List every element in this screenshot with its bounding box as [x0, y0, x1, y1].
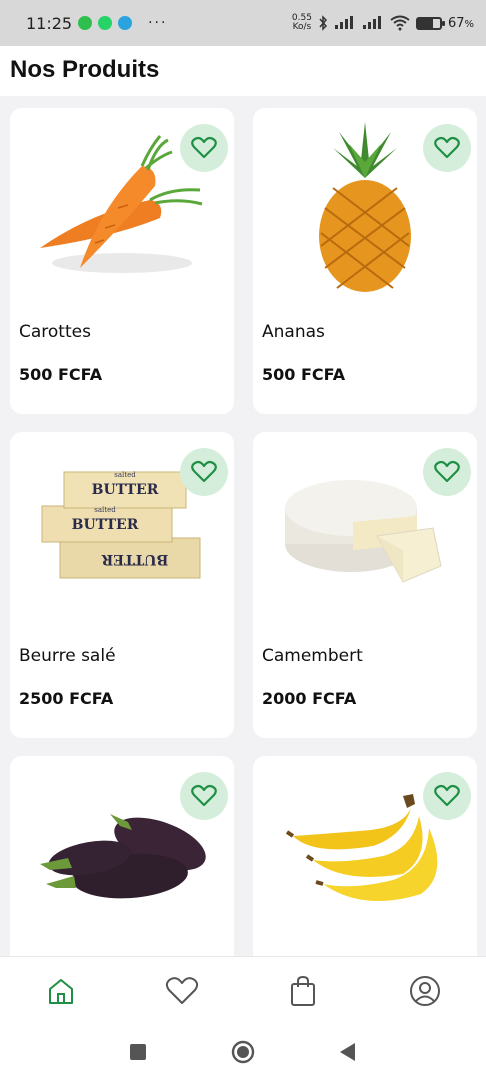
page-title: Nos Produits	[10, 56, 160, 83]
butter-label-top: salted	[94, 506, 116, 514]
product-price: 2000 FCFA	[262, 689, 357, 708]
network-speed: 0.55 Ko/s	[291, 13, 312, 32]
account-icon	[410, 976, 440, 1006]
product-name: Camembert	[262, 646, 363, 666]
battery-percent: 67%	[447, 15, 474, 31]
nav-cart[interactable]	[283, 971, 323, 1011]
whatsapp-icon	[98, 16, 113, 30]
heart-outline-icon	[434, 136, 460, 159]
battery-level	[417, 18, 433, 28]
product-name: Ananas	[262, 322, 325, 342]
heart-outline-icon	[191, 460, 217, 483]
bluetooth-icon	[319, 15, 327, 31]
product-price: 500 FCFA	[262, 365, 346, 384]
product-card[interactable]: Camembert 2000 FCFA	[253, 432, 477, 738]
heart-outline-icon	[191, 784, 217, 807]
favorite-button[interactable]	[180, 124, 228, 172]
butter-label-word: BUTTER	[72, 517, 139, 533]
nav-favorites[interactable]	[162, 971, 202, 1011]
product-card[interactable]: salted BUTTER salted BUTTER BUTTER Beurr…	[10, 432, 234, 738]
favorite-button[interactable]	[180, 448, 228, 496]
home-button[interactable]	[231, 1040, 255, 1064]
butter-label-top: salted	[114, 471, 136, 479]
product-card[interactable]: Ananas 500 FCFA	[253, 108, 477, 414]
favorite-button[interactable]	[180, 772, 228, 820]
nav-home[interactable]	[41, 971, 81, 1011]
heart-outline-icon	[191, 136, 217, 159]
back-button[interactable]	[336, 1040, 360, 1064]
favorite-button[interactable]	[423, 124, 471, 172]
bag-icon	[291, 975, 315, 1006]
butter-label-word: BUTTER	[101, 551, 168, 567]
product-name: Beurre salé	[19, 646, 116, 666]
clock: 11:25	[26, 13, 73, 33]
favorite-button[interactable]	[423, 448, 471, 496]
nav-account[interactable]	[405, 971, 445, 1011]
system-nav	[0, 1024, 486, 1080]
favorite-button[interactable]	[423, 772, 471, 820]
heart-outline-icon	[434, 784, 460, 807]
status-bar: 11:25 ··· 0.55 Ko/s 67%	[0, 0, 486, 46]
product-card[interactable]	[253, 756, 477, 956]
heart-outline-icon	[434, 460, 460, 483]
bottom-nav	[0, 956, 486, 1024]
circle-icon	[231, 1040, 255, 1064]
triangle-back-icon	[340, 1043, 355, 1061]
product-name: Carottes	[19, 322, 91, 342]
product-grid: Carottes 500 FCFA Ananas 500 FCFA salted…	[0, 96, 486, 956]
app-header: Nos Produits	[0, 46, 486, 96]
more-notifications-icon: ···	[148, 15, 168, 31]
product-price: 2500 FCFA	[19, 689, 114, 708]
telegram-icon	[118, 16, 133, 30]
messages-icon	[78, 16, 93, 30]
battery-icon	[415, 16, 445, 30]
signal-icon	[334, 16, 353, 29]
status-right: 0.55 Ko/s 67%	[292, 14, 474, 32]
heart-icon	[165, 977, 199, 1004]
status-left: 11:25 ···	[26, 14, 167, 33]
wifi-icon	[390, 15, 410, 31]
product-price: 500 FCFA	[19, 365, 103, 384]
signal-2-icon	[362, 16, 381, 29]
product-card[interactable]: Carottes 500 FCFA	[10, 108, 234, 414]
butter-label-word: BUTTER	[92, 482, 159, 498]
product-card[interactable]	[10, 756, 234, 956]
home-icon	[49, 979, 73, 1004]
square-icon	[130, 1044, 146, 1060]
recents-button[interactable]	[126, 1040, 150, 1064]
